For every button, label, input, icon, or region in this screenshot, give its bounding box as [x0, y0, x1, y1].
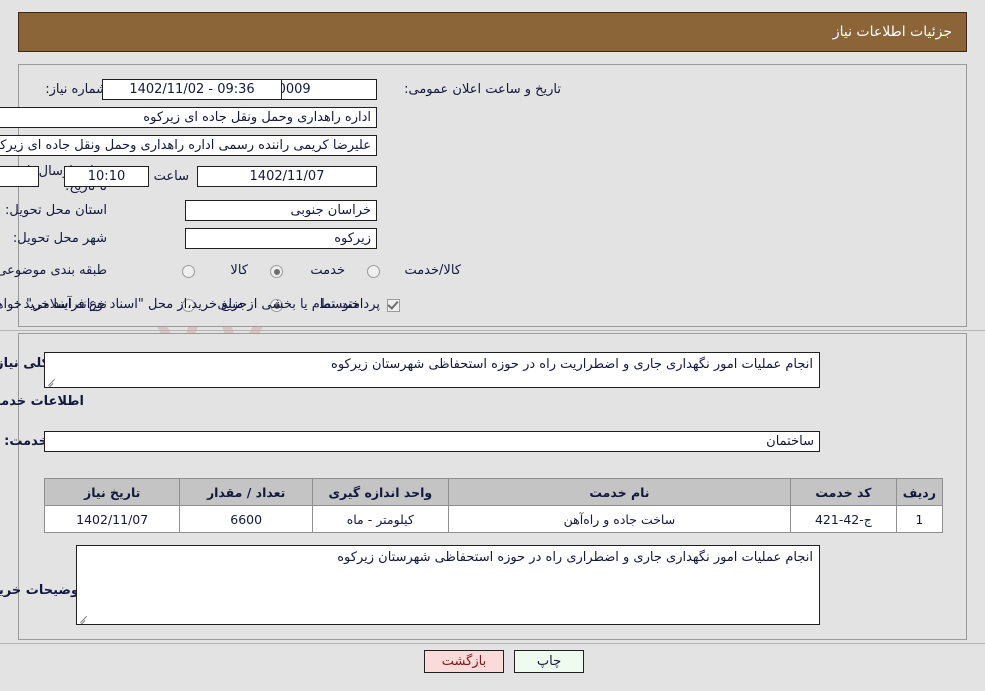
category-radio-khedmat[interactable] — [270, 265, 283, 278]
resize-grip-icon[interactable] — [47, 376, 57, 386]
category-radio-kala-khedmat[interactable] — [367, 265, 380, 278]
buyer-notes-label: توضیحات خریدار: — [0, 583, 84, 598]
column-header-date: تاریخ نیاز — [43, 478, 181, 506]
treasury-text: پرداخت تمام یا بخشی از مبلغ خرید،از محل … — [0, 297, 380, 312]
province-label: استان محل تحویل: — [5, 203, 107, 218]
category-label-kala: کالا — [230, 263, 248, 278]
deadline-date-field[interactable]: 1402/11/07 — [197, 166, 377, 187]
column-header-code: کد خدمت — [790, 478, 897, 506]
province-field[interactable]: خراسان جنوبی — [185, 200, 377, 221]
deadline-hour-field[interactable]: 10:10 — [64, 166, 149, 187]
announce-datetime-label: تاریخ و ساعت اعلان عمومی: — [404, 82, 561, 97]
buyer-org-field[interactable]: اداره راهداری وحمل ونقل جاده ای زیرکوه — [0, 107, 377, 128]
announce-datetime-field[interactable]: 09:36 - 1402/11/02 — [102, 79, 282, 100]
cell-unit: کیلومتر - ماه — [311, 505, 449, 533]
buyer-notes-textarea[interactable]: انجام عملیات امور نگهداری جاری و اضطراری… — [76, 545, 820, 625]
table-row: 1 ج-42-421 ساخت جاده و راه‌آهن کیلومتر -… — [43, 505, 944, 533]
divider-1 — [0, 330, 985, 331]
column-header-name: نام خدمت — [447, 478, 792, 506]
need-info-panel — [18, 64, 967, 327]
general-desc-textarea[interactable]: انجام عملیات امور نگهداری جاری و اضطراری… — [44, 352, 820, 388]
column-header-unit: واحد اندازه گیری — [311, 478, 449, 506]
cell-name: ساخت جاده و راه‌آهن — [447, 505, 792, 533]
services-heading: اطلاعات خدمات مورد نیاز — [0, 394, 84, 409]
need-number-label: شماره نیاز: — [45, 82, 107, 97]
back-button[interactable]: بازگشت — [424, 650, 504, 673]
services-table: ردیف کد خدمت نام خدمت واحد اندازه گیری ت… — [43, 478, 944, 533]
service-group-field[interactable]: ساختمان — [44, 431, 820, 452]
city-label: شهر محل تحویل: — [12, 231, 107, 246]
page-root: AriaTender.net جزئیات اطلاعات نیاز شماره… — [0, 0, 985, 691]
treasury-checkbox[interactable] — [387, 299, 400, 312]
print-button[interactable]: چاپ — [514, 650, 584, 673]
general-desc-value: انجام عملیات امور نگهداری جاری و اضطراری… — [331, 357, 813, 372]
remaining-days-field[interactable]: 4 — [0, 166, 39, 187]
buyer-notes-value: انجام عملیات امور نگهداری جاری و اضطراری… — [337, 550, 813, 565]
column-header-quantity: تعداد / مقدار — [179, 478, 313, 506]
cell-date: 1402/11/07 — [43, 505, 181, 533]
table-header-row: ردیف کد خدمت نام خدمت واحد اندازه گیری ت… — [43, 478, 944, 506]
category-label-khedmat: خدمت — [310, 263, 345, 278]
column-header-row: ردیف — [895, 478, 944, 506]
request-creator-field[interactable]: علیرضا کریمی راننده رسمی اداره راهداری و… — [0, 135, 377, 156]
deadline-hour-label: ساعت — [153, 169, 189, 184]
cell-row: 1 — [895, 505, 944, 533]
resize-grip-icon[interactable] — [79, 613, 89, 623]
cell-quantity: 6600 — [179, 505, 313, 533]
category-label-kala-khedmat: کالا/خدمت — [404, 263, 461, 278]
header-bar: جزئیات اطلاعات نیاز — [18, 12, 967, 52]
page-title: جزئیات اطلاعات نیاز — [832, 24, 952, 40]
city-field[interactable]: زیرکوه — [185, 228, 377, 249]
cell-code: ج-42-421 — [790, 505, 897, 533]
category-label: طبقه بندی موضوعی: — [0, 263, 107, 278]
divider-2 — [0, 643, 985, 644]
category-radio-kala[interactable] — [182, 265, 195, 278]
